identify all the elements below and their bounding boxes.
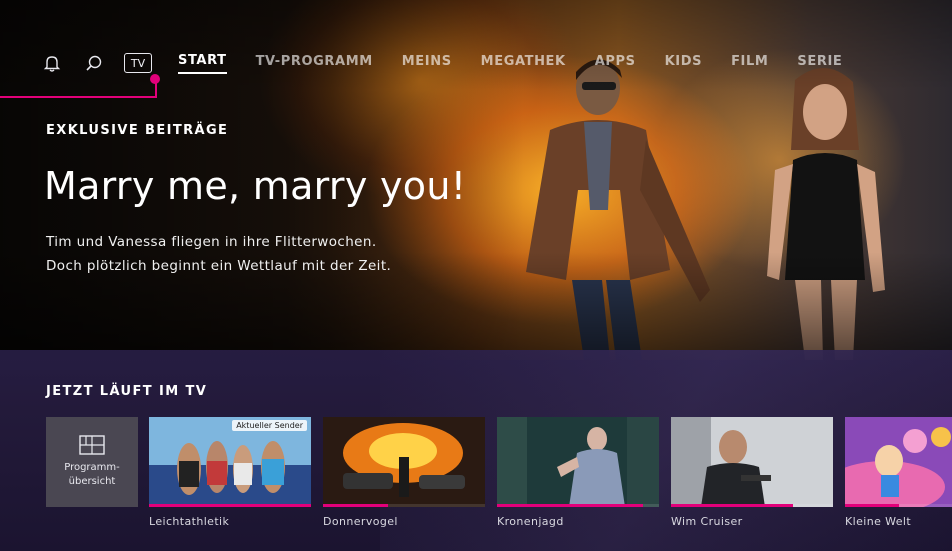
channel-tile-kronenjagd[interactable] bbox=[497, 417, 659, 507]
progress-bar bbox=[845, 504, 899, 507]
thumbnail-donnervogel bbox=[323, 417, 485, 507]
tile-title-donnervogel: Donnervogel bbox=[323, 515, 398, 528]
callout-line-horizontal bbox=[0, 96, 157, 98]
section-title-live-tv: JETZT LÄUFT IM TV bbox=[46, 384, 208, 399]
channel-tile-leichtathletik[interactable]: Aktueller Sender bbox=[149, 417, 311, 507]
progress-bar bbox=[149, 504, 311, 507]
nav-item-megathek[interactable]: MEGATHEK bbox=[481, 54, 566, 73]
nav-item-tv-programm[interactable]: TV-PROGRAMM bbox=[256, 54, 373, 73]
nav-item-start[interactable]: START bbox=[178, 53, 227, 74]
channel-tile-kleine-welt[interactable] bbox=[845, 417, 952, 507]
tv-icon[interactable]: TV bbox=[124, 53, 152, 73]
tile-title-kronenjagd: Kronenjagd bbox=[497, 515, 564, 528]
program-overview-label-line-1: Programm- bbox=[64, 462, 120, 473]
thumbnail-kleine-welt bbox=[845, 417, 952, 507]
nav-item-film[interactable]: FILM bbox=[731, 54, 768, 73]
channel-tile-wim-cruiser[interactable] bbox=[671, 417, 833, 507]
thumbnail-wim-cruiser bbox=[671, 417, 833, 507]
tile-title-leichtathletik: Leichtathletik bbox=[149, 515, 230, 528]
current-channel-badge: Aktueller Sender bbox=[232, 420, 307, 431]
tv-home-screen: TV START TV-PROGRAMM MEINS MEGATHEK APPS… bbox=[0, 0, 952, 551]
progress-bar bbox=[671, 504, 793, 507]
hero-title[interactable]: Marry me, marry you! bbox=[44, 164, 466, 208]
hero-description-line-1: Tim und Vanessa fliegen in ihre Flitterw… bbox=[46, 234, 377, 250]
hero-description: Tim und Vanessa fliegen in ihre Flitterw… bbox=[46, 230, 516, 278]
nav-item-apps[interactable]: APPS bbox=[595, 54, 636, 73]
callout-dot bbox=[150, 74, 160, 84]
program-overview-label: Programm- übersicht bbox=[64, 461, 120, 489]
thumbnail-kronenjagd bbox=[497, 417, 659, 507]
hero-description-line-2: Doch plötzlich beginnt ein Wettlauf mit … bbox=[46, 258, 392, 274]
program-overview-label-line-2: übersicht bbox=[68, 476, 116, 487]
progress-bar bbox=[497, 504, 643, 507]
search-icon[interactable] bbox=[82, 51, 106, 75]
main-navigation: TV START TV-PROGRAMM MEINS MEGATHEK APPS… bbox=[40, 46, 871, 80]
channel-tile-donnervogel[interactable] bbox=[323, 417, 485, 507]
program-overview-tile[interactable]: Programm- übersicht bbox=[46, 417, 138, 507]
hero-kicker: EXKLUSIVE BEITRÄGE bbox=[46, 123, 229, 138]
program-grid-icon bbox=[79, 435, 105, 455]
nav-item-kids[interactable]: KIDS bbox=[665, 54, 702, 73]
bell-icon[interactable] bbox=[40, 51, 64, 75]
nav-item-meins[interactable]: MEINS bbox=[402, 54, 452, 73]
nav-item-serie[interactable]: SERIE bbox=[797, 54, 842, 73]
tile-title-kleine-welt: Kleine Welt bbox=[845, 515, 912, 528]
progress-bar bbox=[323, 504, 388, 507]
tile-title-wim-cruiser: Wim Cruiser bbox=[671, 515, 743, 528]
